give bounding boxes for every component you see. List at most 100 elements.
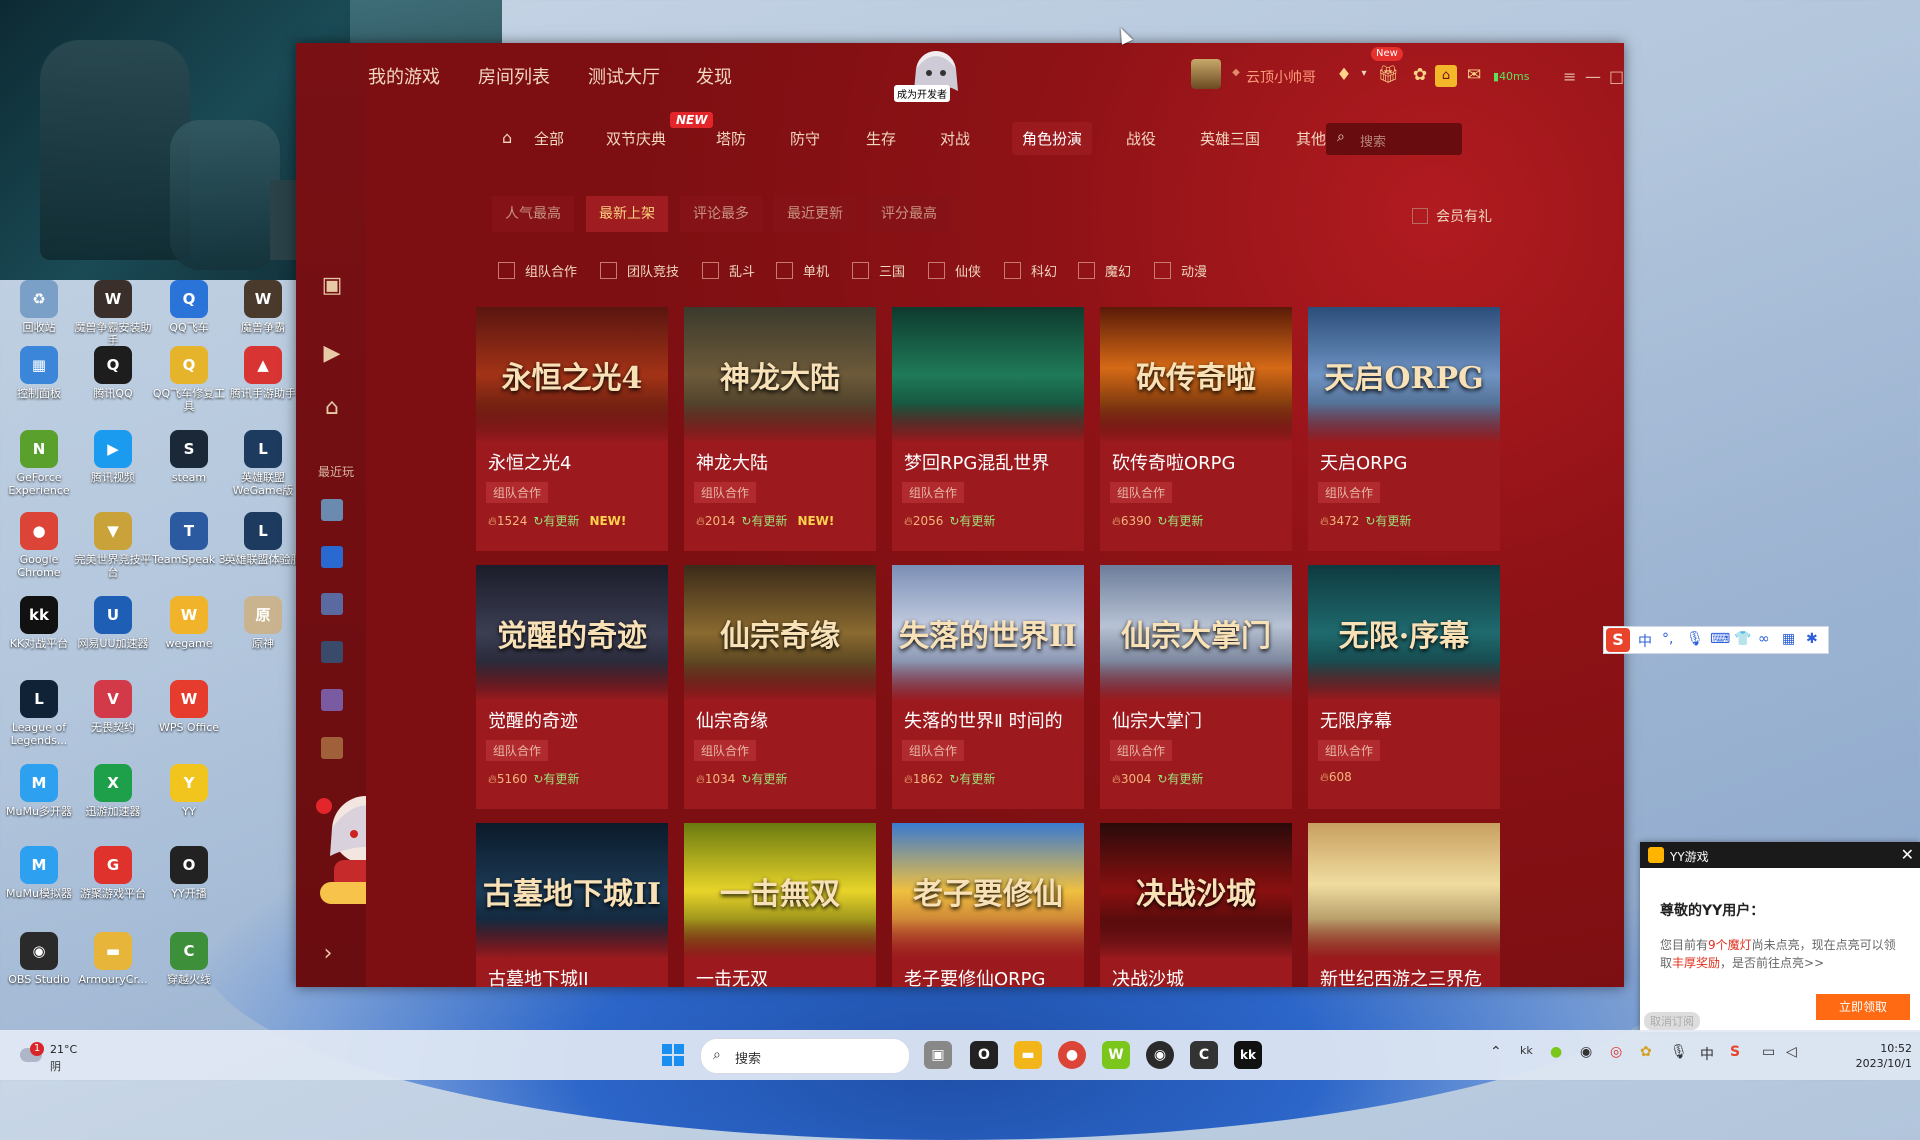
file-explorer-icon[interactable]: ▬ <box>1014 1041 1042 1069</box>
desktop-icon[interactable]: ▲ 腾讯手游助手 <box>224 346 302 400</box>
game-title[interactable]: 砍传奇啦ORPG <box>1112 449 1235 475</box>
app-tray-icon[interactable]: ✿ <box>1640 1044 1652 1060</box>
volume-icon[interactable]: ◁ <box>1786 1044 1797 1060</box>
game-card[interactable]: 老子要修仙老子要修仙ORPG <box>892 823 1084 987</box>
recent-game-thumb[interactable] <box>321 593 343 615</box>
task-view-icon[interactable]: ▣ <box>924 1041 952 1069</box>
game-card[interactable]: 失落的世界II 失落的世界Ⅱ 时间的 组队合作 🔥︎1862 ↻有更新 <box>892 565 1084 809</box>
chrome-icon[interactable]: ● <box>1058 1041 1086 1069</box>
game-title[interactable]: 老子要修仙ORPG <box>904 965 1045 987</box>
category-tab[interactable]: 角色扮演 <box>1012 122 1093 155</box>
category-tab[interactable]: 其他 <box>1296 128 1326 149</box>
desktop-icon[interactable]: ▬ ArmouryCr... <box>74 932 152 986</box>
yy-live-icon[interactable]: O <box>970 1041 998 1069</box>
clock[interactable]: 10:52 2023/10/1 <box>1842 1041 1912 1071</box>
app-icon[interactable]: C <box>1190 1041 1218 1069</box>
desktop-icon[interactable]: M MuMu模拟器 <box>0 846 78 900</box>
game-cover[interactable]: 无限·序幕 <box>1308 565 1500 701</box>
desktop-icon[interactable]: U 网易UU加速器 <box>74 596 152 650</box>
game-title[interactable]: 仙宗奇缘 <box>696 707 768 733</box>
game-card[interactable]: 神龙大陆 神龙大陆 组队合作 🔥︎2014 ↻有更新 NEW! <box>684 307 876 551</box>
desktop-icon[interactable]: O YY开播 <box>150 846 228 900</box>
game-cover[interactable]: 永恒之光4 <box>476 307 668 443</box>
game-card[interactable]: 觉醒的奇迹 觉醒的奇迹 组队合作 🔥︎5160 ↻有更新 <box>476 565 668 809</box>
taskbar-search[interactable]: ⌕ 搜索 <box>700 1038 910 1074</box>
category-tab[interactable]: 战役 <box>1126 128 1156 149</box>
desktop-icon[interactable]: C 穿越火线 <box>150 932 228 986</box>
game-icon[interactable]: ▣ <box>316 273 348 301</box>
video-icon[interactable]: ▶ <box>316 341 348 369</box>
desktop-icon[interactable]: Q QQ飞车 <box>150 280 228 334</box>
desktop-icon[interactable]: Q QQ飞车修复工具 <box>150 346 228 413</box>
shop-icon[interactable]: ⌂ <box>1435 65 1457 87</box>
maximize-icon[interactable]: □ <box>1609 67 1624 86</box>
game-card[interactable]: 永恒之光4 永恒之光4 组队合作 🔥︎1524 ↻有更新 NEW! <box>476 307 668 551</box>
desktop-icon[interactable]: L League of Legends... <box>0 680 78 747</box>
category-tab[interactable]: 防守 <box>790 128 820 149</box>
game-card[interactable]: 新世纪西游之三界危 <box>1308 823 1500 987</box>
game-card[interactable]: 无限·序幕 无限序幕 组队合作 🔥︎608 <box>1308 565 1500 809</box>
taskbar-search-input[interactable]: 搜索 <box>735 1048 761 1067</box>
gift-icon[interactable]: 🎁︎ <box>1377 65 1399 87</box>
wegame-icon[interactable]: W <box>1102 1041 1130 1069</box>
category-tab[interactable]: 塔防 <box>716 128 746 149</box>
game-cover[interactable]: 仙宗大掌门 <box>1100 565 1292 701</box>
sort-tab[interactable]: 评分最高 <box>868 196 950 232</box>
filter-checkbox[interactable]: 组队合作 <box>498 261 577 280</box>
game-title[interactable]: 天启ORPG <box>1320 449 1407 475</box>
ime-tool-icon[interactable]: 中 <box>1638 631 1652 651</box>
sort-tab[interactable]: 评论最多 <box>680 196 762 232</box>
game-title[interactable]: 无限序幕 <box>1320 707 1392 733</box>
filter-checkbox[interactable]: 科幻 <box>1004 261 1057 280</box>
obs-icon[interactable]: ◉ <box>1146 1041 1174 1069</box>
checkbox[interactable] <box>852 262 869 279</box>
sort-tab[interactable]: 最近更新 <box>774 196 856 232</box>
filter-checkbox[interactable]: 动漫 <box>1154 261 1207 280</box>
kk-tray-icon[interactable]: kk <box>1520 1044 1533 1057</box>
sort-tab[interactable]: 人气最高 <box>492 196 574 232</box>
home-icon[interactable]: ⌂ <box>502 128 512 147</box>
desktop-icon[interactable]: W 魔兽争霸安装助手 <box>74 280 152 347</box>
ime-tool-icon[interactable]: ▦ <box>1782 631 1795 647</box>
username[interactable]: 云顶小帅哥 <box>1246 67 1316 87</box>
game-title[interactable]: 仙宗大掌门 <box>1112 707 1202 733</box>
game-cover[interactable]: 失落的世界II <box>892 565 1084 701</box>
top-nav-item[interactable]: 发现 <box>696 63 732 89</box>
unsubscribe-button[interactable]: 取消订阅 <box>1644 1012 1700 1030</box>
checkbox[interactable] <box>600 262 617 279</box>
chevron-right-icon[interactable]: › <box>314 940 342 968</box>
filter-checkbox[interactable]: 仙侠 <box>928 261 981 280</box>
desktop-icon[interactable]: kk KK对战平台 <box>0 596 78 650</box>
game-cover[interactable] <box>1308 823 1500 959</box>
recent-game-thumb[interactable] <box>321 737 343 759</box>
store-icon[interactable]: ⌂ <box>316 395 348 423</box>
game-title[interactable]: 永恒之光4 <box>488 449 571 475</box>
ime-tool-icon[interactable]: ∞ <box>1758 631 1770 647</box>
vip-gift-checkbox[interactable]: 会员有礼 <box>1412 206 1492 226</box>
filter-checkbox[interactable]: 三国 <box>852 261 905 280</box>
vip-diamond-icon[interactable]: ♦ <box>1333 65 1355 87</box>
recent-game-thumb[interactable] <box>321 546 343 568</box>
checkbox[interactable] <box>702 262 719 279</box>
sogou-logo-icon[interactable]: S <box>1606 628 1630 652</box>
game-title[interactable]: 神龙大陆 <box>696 449 768 475</box>
game-title[interactable]: 觉醒的奇迹 <box>488 707 578 733</box>
desktop-icon[interactable]: L 英雄联盟体验服 <box>224 512 302 566</box>
desktop-icon[interactable]: ▦ 控制面板 <box>0 346 78 400</box>
category-tab[interactable]: 生存 <box>866 128 896 149</box>
game-cover[interactable]: 老子要修仙 <box>892 823 1084 959</box>
microphone-icon[interactable]: 🎙︎ <box>1670 1044 1688 1060</box>
desktop-icon[interactable]: G 游聚游戏平台 <box>74 846 152 900</box>
weather-widget[interactable]: 1 21°C 阴 <box>16 1040 96 1073</box>
game-cover[interactable]: 仙宗奇缘 <box>684 565 876 701</box>
claim-now-button[interactable]: 立即领取 <box>1816 994 1910 1020</box>
desktop-icon[interactable]: Q 腾讯QQ <box>74 346 152 400</box>
top-nav-item[interactable]: 测试大厅 <box>588 63 660 89</box>
friends-icon[interactable]: ✿ <box>1409 65 1431 87</box>
game-cover[interactable]: 一击無双 <box>684 823 876 959</box>
sogou-tray-icon[interactable]: S <box>1730 1044 1740 1060</box>
menu-icon[interactable]: ≡ <box>1563 67 1576 86</box>
filter-checkbox[interactable]: 单机 <box>776 261 829 280</box>
desktop-icon[interactable]: X 迅游加速器 <box>74 764 152 818</box>
kk-platform-icon[interactable]: kk <box>1234 1041 1262 1069</box>
